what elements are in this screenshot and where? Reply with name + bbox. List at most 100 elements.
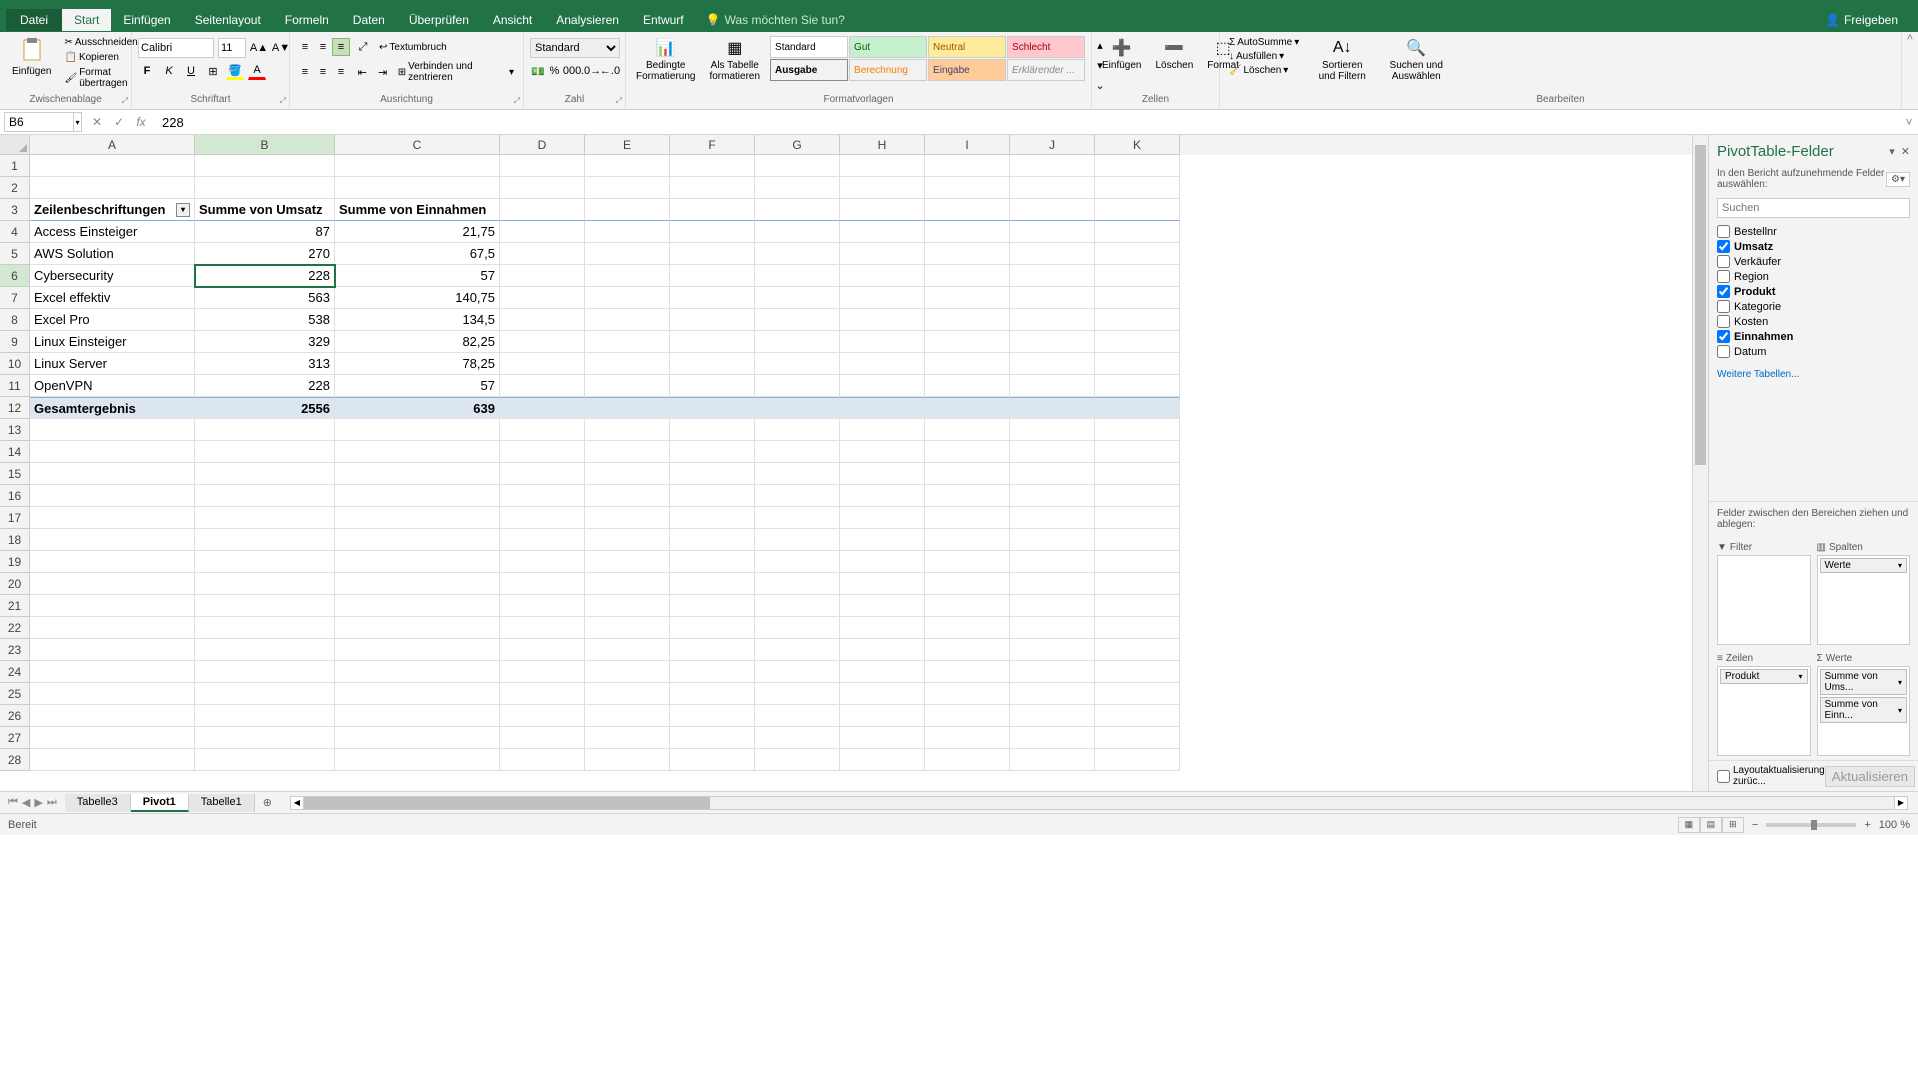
cell-J3[interactable] xyxy=(1010,199,1095,221)
cell-D24[interactable] xyxy=(500,661,585,683)
cell-K19[interactable] xyxy=(1095,551,1180,573)
row-header-22[interactable]: 22 xyxy=(0,617,30,639)
cell-C19[interactable] xyxy=(335,551,500,573)
row-header-15[interactable]: 15 xyxy=(0,463,30,485)
cell-J23[interactable] xyxy=(1010,639,1095,661)
cell-C1[interactable] xyxy=(335,155,500,177)
field-label-Datum[interactable]: Datum xyxy=(1734,346,1766,358)
autosum-button[interactable]: ΣAutoSumme▾ xyxy=(1226,36,1302,49)
style-gut[interactable]: Gut xyxy=(849,36,927,58)
cell-I25[interactable] xyxy=(925,683,1010,705)
cell-H4[interactable] xyxy=(840,221,925,243)
cell-I6[interactable] xyxy=(925,265,1010,287)
cell-D12[interactable] xyxy=(500,397,585,419)
sheet-tab-Pivot1[interactable]: Pivot1 xyxy=(131,794,189,812)
horizontal-scrollbar[interactable] xyxy=(304,796,1894,810)
update-button[interactable]: Aktualisieren xyxy=(1825,766,1915,787)
cell-F3[interactable] xyxy=(670,199,755,221)
cell-D3[interactable] xyxy=(500,199,585,221)
row-header-28[interactable]: 28 xyxy=(0,749,30,771)
cell-K11[interactable] xyxy=(1095,375,1180,397)
cell-J27[interactable] xyxy=(1010,727,1095,749)
row-header-12[interactable]: 12 xyxy=(0,397,30,419)
row-header-26[interactable]: 26 xyxy=(0,705,30,727)
zoom-in-button[interactable]: + xyxy=(1864,819,1870,831)
field-label-Verkäufer[interactable]: Verkäufer xyxy=(1734,256,1781,268)
cell-H8[interactable] xyxy=(840,309,925,331)
cell-C16[interactable] xyxy=(335,485,500,507)
field-checkbox-Produkt[interactable] xyxy=(1717,285,1730,298)
select-all-corner[interactable] xyxy=(0,135,30,155)
cell-K15[interactable] xyxy=(1095,463,1180,485)
cell-D22[interactable] xyxy=(500,617,585,639)
copy-button[interactable]: 📋Kopieren xyxy=(61,51,140,64)
cell-I8[interactable] xyxy=(925,309,1010,331)
cell-I28[interactable] xyxy=(925,749,1010,771)
cell-I16[interactable] xyxy=(925,485,1010,507)
cell-H25[interactable] xyxy=(840,683,925,705)
cell-E7[interactable] xyxy=(585,287,670,309)
cell-E4[interactable] xyxy=(585,221,670,243)
cell-E27[interactable] xyxy=(585,727,670,749)
cell-H21[interactable] xyxy=(840,595,925,617)
area-values-drop[interactable]: Summe von Ums...▾Summe von Einn...▾ xyxy=(1817,666,1911,756)
cell-E17[interactable] xyxy=(585,507,670,529)
cell-A4[interactable]: Access Einsteiger xyxy=(30,221,195,243)
cell-F14[interactable] xyxy=(670,441,755,463)
cell-D26[interactable] xyxy=(500,705,585,727)
indent-increase-button[interactable]: ⇥ xyxy=(374,63,390,81)
cell-A15[interactable] xyxy=(30,463,195,485)
cell-E25[interactable] xyxy=(585,683,670,705)
column-header-E[interactable]: E xyxy=(585,135,670,155)
cell-E6[interactable] xyxy=(585,265,670,287)
cell-K13[interactable] xyxy=(1095,419,1180,441)
font-name-select[interactable] xyxy=(138,38,214,58)
cell-A20[interactable] xyxy=(30,573,195,595)
cell-B23[interactable] xyxy=(195,639,335,661)
cell-E9[interactable] xyxy=(585,331,670,353)
cell-H1[interactable] xyxy=(840,155,925,177)
cell-B11[interactable]: 228 xyxy=(195,375,335,397)
cell-C11[interactable]: 57 xyxy=(335,375,500,397)
cell-J4[interactable] xyxy=(1010,221,1095,243)
style-berechnung[interactable]: Berechnung xyxy=(849,59,927,81)
sheet-nav-last[interactable]: ⏭ xyxy=(47,796,57,809)
cell-I9[interactable] xyxy=(925,331,1010,353)
cell-A12[interactable]: Gesamtergebnis xyxy=(30,397,195,419)
cell-I27[interactable] xyxy=(925,727,1010,749)
pivot-pane-close[interactable]: ✕ xyxy=(1901,145,1910,158)
field-checkbox-Region[interactable] xyxy=(1717,270,1730,283)
cell-E21[interactable] xyxy=(585,595,670,617)
format-as-table-button[interactable]: ▦ Als Tabelle formatieren xyxy=(705,36,764,94)
cell-B5[interactable]: 270 xyxy=(195,243,335,265)
cell-H3[interactable] xyxy=(840,199,925,221)
cell-C21[interactable] xyxy=(335,595,500,617)
defer-layout-checkbox[interactable] xyxy=(1717,770,1730,783)
cell-C2[interactable] xyxy=(335,177,500,199)
cell-D28[interactable] xyxy=(500,749,585,771)
cell-C13[interactable] xyxy=(335,419,500,441)
tab-analysieren[interactable]: Analysieren xyxy=(544,9,631,31)
insert-cells-button[interactable]: ➕Einfügen xyxy=(1098,36,1145,94)
cell-D15[interactable] xyxy=(500,463,585,485)
cell-D7[interactable] xyxy=(500,287,585,309)
cell-H28[interactable] xyxy=(840,749,925,771)
area-filter-drop[interactable] xyxy=(1717,555,1811,645)
cell-I18[interactable] xyxy=(925,529,1010,551)
cell-B7[interactable]: 563 xyxy=(195,287,335,309)
column-header-B[interactable]: B xyxy=(195,135,335,155)
cell-B20[interactable] xyxy=(195,573,335,595)
field-checkbox-Datum[interactable] xyxy=(1717,345,1730,358)
tab-formeln[interactable]: Formeln xyxy=(273,9,341,31)
cell-I2[interactable] xyxy=(925,177,1010,199)
cell-I13[interactable] xyxy=(925,419,1010,441)
tab-ansicht[interactable]: Ansicht xyxy=(481,9,544,31)
cell-I4[interactable] xyxy=(925,221,1010,243)
column-header-J[interactable]: J xyxy=(1010,135,1095,155)
cell-J1[interactable] xyxy=(1010,155,1095,177)
cell-E14[interactable] xyxy=(585,441,670,463)
cell-E15[interactable] xyxy=(585,463,670,485)
cell-C10[interactable]: 78,25 xyxy=(335,353,500,375)
cell-H2[interactable] xyxy=(840,177,925,199)
clear-button[interactable]: 🧹Löschen▾ xyxy=(1226,64,1302,77)
